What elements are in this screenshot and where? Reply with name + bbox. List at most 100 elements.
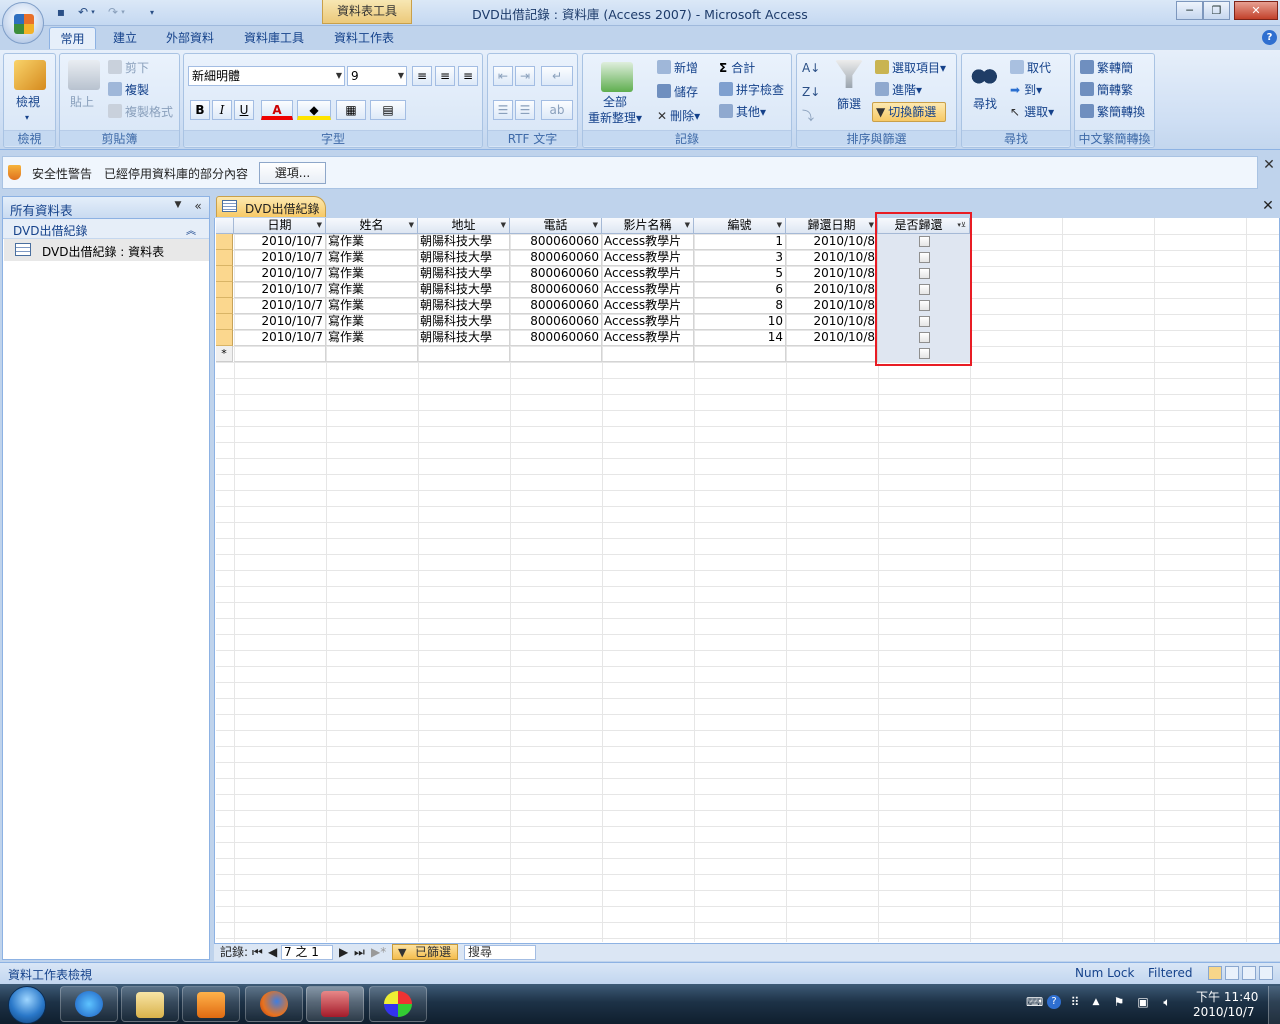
font-size-select[interactable]: 9 ▼: [347, 66, 407, 86]
decrease-indent-icon[interactable]: ⇤: [493, 66, 513, 86]
refresh-button[interactable]: 重新整理▾: [588, 110, 642, 126]
last-record-icon[interactable]: ⏭: [354, 945, 365, 960]
tab-create[interactable]: 建立: [104, 27, 146, 49]
maximize-button[interactable]: ❐: [1203, 1, 1230, 20]
table-cell[interactable]: 2010/10/8: [786, 314, 878, 330]
show-desktop-button[interactable]: [1268, 986, 1280, 1024]
table-cell[interactable]: 14: [694, 330, 786, 346]
show-hidden-icons[interactable]: ▲: [1089, 995, 1103, 1009]
previous-record-icon[interactable]: ◀: [268, 945, 277, 960]
table-cell[interactable]: 6: [694, 282, 786, 298]
highlight-icon[interactable]: ab: [541, 100, 573, 120]
table-cell[interactable]: 1: [694, 234, 786, 250]
goto-button[interactable]: 到: [1024, 83, 1036, 97]
fill-color-icon[interactable]: ◆: [297, 100, 331, 120]
chevron-down-icon[interactable]: ▼: [171, 200, 185, 214]
table-cell[interactable]: 朝陽科技大學: [418, 266, 510, 282]
keyboard-icon[interactable]: ⌨: [1026, 995, 1043, 1009]
table-cell[interactable]: 8: [694, 298, 786, 314]
taskbar-explorer[interactable]: [121, 986, 179, 1022]
view-dropdown-icon[interactable]: ▾: [25, 110, 29, 126]
table-cell[interactable]: 寫作業: [326, 298, 418, 314]
nav-pane-title[interactable]: 所有資料表: [10, 200, 73, 219]
replace-button[interactable]: 取代: [1027, 61, 1051, 75]
pivottable-view-icon[interactable]: [1225, 966, 1239, 980]
new-record-nav-icon[interactable]: ▶*: [371, 945, 386, 960]
t2s-button[interactable]: 繁轉簡: [1097, 61, 1133, 75]
office-button[interactable]: [2, 2, 44, 44]
new-record-button[interactable]: 新增: [674, 61, 698, 75]
security-options-button[interactable]: 選項...: [259, 162, 326, 184]
convert-button[interactable]: 繁簡轉換: [1097, 105, 1145, 119]
nav-item-label[interactable]: DVD出借紀錄 : 資料表: [42, 243, 164, 260]
nav-group-label[interactable]: DVD出借紀錄: [13, 222, 87, 239]
table-cell[interactable]: 寫作業: [326, 314, 418, 330]
column-header[interactable]: 電話 ▼: [510, 218, 602, 234]
record-selector[interactable]: [216, 250, 233, 266]
table-cell[interactable]: 寫作業: [326, 234, 418, 250]
table-cell[interactable]: Access教學片: [602, 314, 694, 330]
copy-button[interactable]: 複製: [125, 83, 149, 97]
clock-date[interactable]: 2010/10/7: [1193, 1005, 1255, 1019]
chevron-up-icon[interactable]: ︽: [186, 222, 196, 237]
close-icon[interactable]: ✕: [1261, 199, 1275, 213]
table-cell[interactable]: Access教學片: [602, 298, 694, 314]
column-header[interactable]: 日期 ▼: [234, 218, 326, 234]
table-cell[interactable]: 800060060: [510, 298, 602, 314]
table-cell[interactable]: 2010/10/7: [234, 314, 326, 330]
chevron-down-icon[interactable]: ▼: [409, 218, 414, 233]
record-selector[interactable]: [216, 234, 233, 250]
table-cell[interactable]: 朝陽科技大學: [418, 282, 510, 298]
clear-sort-icon[interactable]: ⤵: [802, 108, 814, 124]
search-input[interactable]: 搜尋: [464, 945, 536, 960]
help-icon[interactable]: ?: [1262, 30, 1277, 45]
table-cell[interactable]: 2010/10/8: [786, 234, 878, 250]
cut-button[interactable]: 剪下: [125, 61, 149, 75]
next-record-icon[interactable]: ▶: [339, 945, 348, 960]
collapse-pane-icon[interactable]: «: [191, 199, 205, 213]
table-cell[interactable]: 2010/10/8: [786, 282, 878, 298]
find-button[interactable]: 尋找: [973, 96, 997, 112]
table-cell[interactable]: 2010/10/7: [234, 234, 326, 250]
select-all-corner[interactable]: [216, 218, 234, 234]
totals-button[interactable]: 合計: [731, 61, 755, 75]
toggle-filter-button[interactable]: ▼ 切換篩選: [872, 102, 946, 122]
new-row-cell[interactable]: [786, 346, 878, 362]
sort-descending-icon[interactable]: Z↓: [802, 84, 820, 100]
column-header[interactable]: 影片名稱 ▼: [602, 218, 694, 234]
minimize-button[interactable]: ─: [1176, 1, 1203, 20]
taskbar-firefox[interactable]: [245, 986, 303, 1022]
table-cell[interactable]: 2010/10/7: [234, 282, 326, 298]
italic-button[interactable]: I: [212, 100, 232, 120]
column-header[interactable]: 地址 ▼: [418, 218, 510, 234]
s2t-button[interactable]: 簡轉繁: [1097, 83, 1133, 97]
chevron-down-icon[interactable]: ▼: [869, 218, 874, 233]
taskbar-access[interactable]: [306, 986, 364, 1022]
table-cell[interactable]: 800060060: [510, 266, 602, 282]
help-tray-icon[interactable]: ?: [1047, 995, 1061, 1009]
taskbar-paint[interactable]: [369, 986, 427, 1022]
gridlines-icon[interactable]: ▦: [336, 100, 366, 120]
network-icon[interactable]: ▣: [1136, 995, 1150, 1009]
font-color-icon[interactable]: A: [261, 100, 293, 120]
chevron-down-icon[interactable]: ▼: [593, 218, 598, 233]
table-cell[interactable]: 2010/10/8: [786, 266, 878, 282]
flag-icon[interactable]: ⚑: [1112, 995, 1126, 1009]
table-cell[interactable]: 朝陽科技大學: [418, 250, 510, 266]
paste-icon[interactable]: [68, 60, 100, 90]
refresh-icon[interactable]: [601, 62, 633, 92]
view-button[interactable]: 檢視: [16, 94, 40, 110]
table-cell[interactable]: 2010/10/8: [786, 250, 878, 266]
alternate-fill-icon[interactable]: ▤: [370, 100, 406, 120]
new-row-cell[interactable]: [234, 346, 326, 362]
start-button[interactable]: [8, 986, 46, 1024]
table-cell[interactable]: 寫作業: [326, 250, 418, 266]
first-record-icon[interactable]: ⏮: [252, 945, 263, 960]
taskbar-media[interactable]: [182, 986, 240, 1022]
table-cell[interactable]: 朝陽科技大學: [418, 314, 510, 330]
column-header[interactable]: 歸還日期 ▼: [786, 218, 878, 234]
view-icon[interactable]: [14, 60, 46, 90]
table-cell[interactable]: 5: [694, 266, 786, 282]
table-cell[interactable]: 800060060: [510, 330, 602, 346]
record-position-input[interactable]: 7 之 1: [281, 945, 333, 960]
